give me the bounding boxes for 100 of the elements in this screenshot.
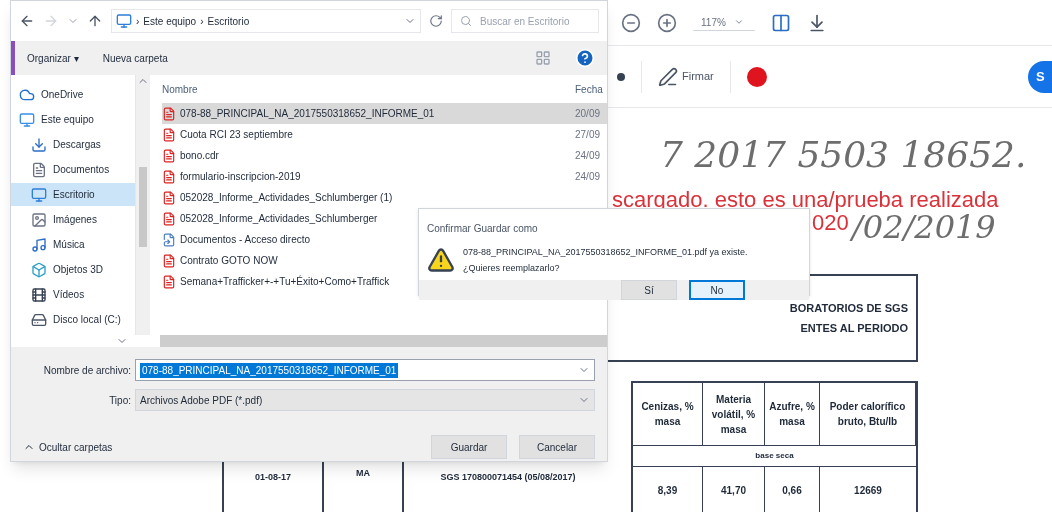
file-name: Contrato GOTO NOW: [180, 254, 278, 268]
image-icon: [31, 211, 47, 228]
computer-icon: [116, 13, 132, 29]
breadcrumb-item[interactable]: Este equipo: [143, 13, 197, 29]
sidebar-item[interactable]: OneDrive: [11, 83, 135, 106]
column-header[interactable]: Fecha: [575, 81, 607, 97]
file-row[interactable]: Cuota RCI 23 septiembre 27/09: [162, 124, 607, 145]
file-date: 20/09: [575, 107, 602, 121]
breadcrumb-item[interactable]: Escritorio: [207, 13, 250, 29]
breadcrumb-separator: ›: [200, 14, 204, 29]
record-icon[interactable]: [746, 66, 767, 87]
file-row[interactable]: 052028_Informe_Actividades_Schlumberger (1): [162, 187, 607, 208]
document-icon: [31, 161, 47, 178]
search-icon: [460, 15, 472, 27]
file-name: 052028_Informe_Actividades_Schlumberger (1): [180, 191, 393, 205]
file-name: Documentos - Acceso directo: [180, 233, 311, 247]
table-cell: base seca: [633, 445, 916, 466]
scroll-mode-icon[interactable]: [807, 12, 827, 33]
address-bar[interactable]: › Este equipo › Escritorio: [111, 9, 421, 33]
heading-line: ENTES AL PERIODO: [800, 321, 908, 336]
filename-field[interactable]: 078-88_PRINCIPAL_NA_2017550318652_INFORME_01: [135, 359, 595, 381]
type-dropdown[interactable]: Archivos Adobe PDF (*.pdf): [135, 389, 595, 411]
table-cell: 8,39: [633, 466, 703, 512]
refresh-icon[interactable]: [429, 14, 443, 28]
pdf-file-icon: [162, 190, 176, 205]
file-name: formulario-inscripcion-2019: [180, 170, 301, 184]
file-row[interactable]: formulario-inscripcion-2019 24/09: [162, 166, 607, 187]
share-button[interactable]: S: [1028, 60, 1052, 93]
back-icon[interactable]: [19, 13, 35, 29]
sidebar-item[interactable]: Objetos 3D: [11, 258, 135, 281]
table-cell: 41,70: [703, 466, 765, 512]
sidebar-item[interactable]: Imágenes: [11, 208, 135, 231]
cube-icon: [31, 261, 47, 278]
warning-icon: [427, 246, 455, 274]
table-header-cell: Materia volátil, % masa: [703, 383, 765, 445]
column-header[interactable]: Nombre: [162, 81, 575, 97]
scrollbar-thumb[interactable]: [139, 167, 147, 247]
sign-button[interactable]: Firmar: [658, 66, 714, 87]
computer-icon: [19, 111, 35, 128]
table-cell-text: SGS 170800071454 (05/08/2017): [439, 471, 577, 484]
sidebar-item[interactable]: Música: [11, 233, 135, 256]
file-row[interactable]: bono.cdr 24/09: [162, 145, 607, 166]
sidebar-item[interactable]: Descargas: [11, 133, 135, 156]
new-folder-button[interactable]: Nueva carpeta: [102, 50, 168, 66]
file-date: 27/09: [575, 128, 602, 142]
pdf-file-icon: [162, 106, 176, 121]
overlay-text: scargado. esto es una/prueba realizada: [612, 186, 999, 214]
file-name: bono.cdr: [180, 149, 219, 163]
handwritten-number: 7 2017 5503 18652.: [660, 133, 1027, 177]
pdf-file-icon: [162, 127, 176, 142]
zoom-out-icon[interactable]: [621, 12, 641, 33]
file-name: Semana+Trafficker+-+Tu+Éxito+Como+Traffick: [180, 274, 390, 289]
view-options-icon[interactable]: [535, 50, 551, 66]
breadcrumb-separator: ›: [136, 14, 140, 29]
dialog-button[interactable]: Cancelar: [519, 435, 595, 459]
hide-folders-button[interactable]: Ocultar carpetas: [23, 439, 113, 455]
sidebar-item[interactable]: Disco local (C:): [11, 308, 135, 331]
dialog-button[interactable]: Sí: [621, 280, 677, 300]
sidebar-item[interactable]: Este equipo: [11, 108, 135, 131]
shortcut-icon: [162, 232, 176, 247]
zoom-dropdown[interactable]: 117%: [693, 14, 755, 31]
pen-icon: [658, 66, 678, 87]
caret-icon: [733, 17, 744, 27]
scrollbar-thumb[interactable]: [160, 335, 607, 347]
drive-icon: [31, 311, 47, 328]
table-cell: 0,66: [765, 466, 820, 512]
file-name: 078-88_PRINCIPAL_NA_2017550318652_INFORME_01: [180, 107, 435, 121]
field-label: Nombre de archivo:: [42, 363, 131, 378]
pdf-file-icon: [162, 274, 176, 289]
zoom-in-icon[interactable]: [657, 12, 677, 33]
table-header-cell: Cenizas, % masa: [633, 383, 703, 445]
pdf-file-icon: [162, 148, 176, 163]
pdf-file-icon: [162, 211, 176, 226]
file-row[interactable]: 078-88_PRINCIPAL_NA_2017550318652_INFORME_01 20/09: [162, 103, 607, 124]
file-date: 24/09: [575, 170, 602, 184]
file-date: 24/09: [575, 149, 602, 163]
organize-menu[interactable]: Organizar ▾: [27, 50, 79, 66]
help-icon[interactable]: [575, 48, 595, 68]
table-cell: 12669: [820, 466, 916, 512]
desktop-icon: [31, 186, 47, 203]
field-label: Tipo:: [108, 393, 131, 408]
sidebar-item[interactable]: Vídeos: [11, 283, 135, 306]
download-icon: [31, 136, 47, 153]
table-header-cell: Azufre, % masa: [765, 383, 820, 445]
up-icon[interactable]: [87, 13, 103, 29]
file-name: Cuota RCI 23 septiembre: [180, 128, 293, 142]
dialog-message: 078-88_PRINCIPAL_NA_2017550318652_INFORME_01.pdf ya existe.: [463, 246, 748, 259]
film-icon: [31, 286, 47, 303]
sidebar-item[interactable]: Escritorio: [11, 183, 135, 206]
pdf-file-icon: [162, 169, 176, 184]
dialog-button[interactable]: No: [689, 280, 745, 300]
dialog-question: ¿Quieres reemplazarlo?: [463, 262, 561, 275]
sidebar-item[interactable]: Documentos: [11, 158, 135, 181]
dialog-title: Confirmar Guardar como: [426, 222, 539, 236]
fit-page-icon[interactable]: [771, 12, 791, 33]
dialog-button[interactable]: Guardar: [431, 435, 507, 459]
pdf-file-icon: [162, 253, 176, 268]
music-icon: [31, 236, 47, 253]
heading-line: BORATORIOS DE SGS: [789, 301, 908, 316]
file-name: 052028_Informe_Actividades_Schlumberger: [180, 212, 378, 226]
